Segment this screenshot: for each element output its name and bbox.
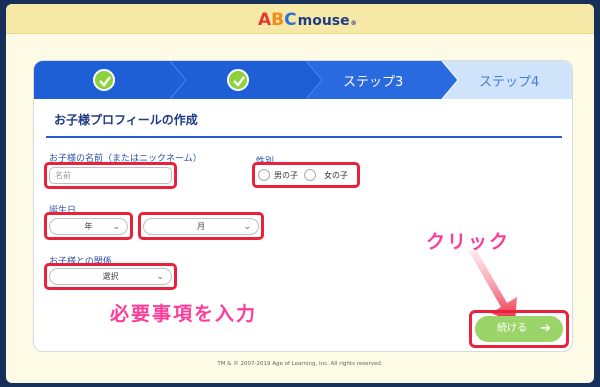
chevron-down-icon: ⌄: [243, 222, 251, 232]
input-callout: 必要事項を入力: [110, 303, 258, 325]
next-button[interactable]: 続ける ➔: [475, 316, 563, 342]
title-divider: [46, 136, 562, 138]
name-input[interactable]: 名前: [49, 167, 172, 184]
logo-letter-a: A: [258, 10, 272, 30]
app-frame: A B C mouse ® ステップ3 ステップ4 お子様プロフィールの作成 お…: [6, 4, 594, 383]
month-select-value: 月: [197, 222, 205, 231]
logo-letter-c: C: [284, 10, 297, 30]
step-1-check-icon: [93, 69, 115, 91]
step-4-label: ステップ4: [479, 75, 540, 90]
year-select-value: 年: [84, 222, 93, 231]
profile-card: ステップ3 ステップ4 お子様プロフィールの作成 お子様の名前（またはニックネー…: [33, 60, 573, 352]
boy-label: 男の子: [274, 171, 298, 180]
month-select[interactable]: 月 ⌄: [143, 218, 259, 235]
relation-select[interactable]: 選択 ⌄: [49, 268, 172, 285]
form-title: お子様プロフィールの作成: [54, 113, 198, 127]
logo-trademark: ®: [350, 20, 357, 27]
boy-radio[interactable]: [258, 169, 270, 181]
step-2-check-icon: [227, 69, 249, 91]
logo-mouse-text: mouse: [297, 13, 350, 29]
click-callout: クリック: [426, 231, 511, 253]
chevron-down-icon: ⌄: [156, 272, 164, 282]
abcmouse-logo: A B C mouse ®: [258, 10, 357, 30]
logo-letter-b: B: [271, 10, 285, 30]
year-select[interactable]: 年 ⌄: [49, 218, 128, 235]
relation-select-value: 選択: [102, 272, 119, 281]
girl-radio[interactable]: [304, 169, 316, 181]
step-3-label: ステップ3: [343, 75, 404, 90]
arrow-right-icon: ➔: [540, 321, 551, 336]
copyright-footer: TM & © 2007-2019 Age of Learning, Inc. A…: [217, 361, 383, 367]
top-bar: A B C mouse ®: [6, 4, 594, 34]
girl-label: 女の子: [324, 171, 348, 180]
chevron-down-icon: ⌄: [112, 222, 120, 232]
next-button-label: 続ける: [497, 323, 527, 334]
